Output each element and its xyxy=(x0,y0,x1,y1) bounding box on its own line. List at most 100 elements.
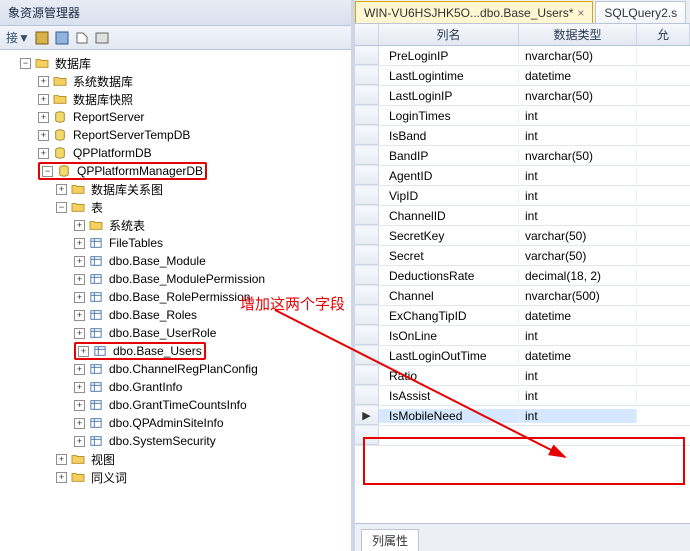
tree-node-systables[interactable]: + 系统表 xyxy=(4,216,351,234)
grid-body[interactable]: PreLoginIPnvarchar(50)LastLogintimedatet… xyxy=(355,46,690,523)
tree-node-table[interactable]: +dbo.GrantTimeCountsInfo xyxy=(4,396,351,414)
cell-column-name[interactable]: BandIP xyxy=(379,149,519,163)
grid-row[interactable]: LastLoginIPnvarchar(50) xyxy=(355,86,690,106)
expand-toggle[interactable]: + xyxy=(38,112,49,123)
row-header[interactable] xyxy=(355,126,379,145)
cell-data-type[interactable]: nvarchar(50) xyxy=(519,49,637,63)
cell-column-name[interactable]: PreLoginIP xyxy=(379,49,519,63)
toolbar-icon-2[interactable] xyxy=(54,30,70,46)
tree-node-system-db[interactable]: + 系统数据库 xyxy=(4,72,351,90)
expand-toggle[interactable]: − xyxy=(20,58,31,69)
tree-node-table[interactable]: +dbo.Base_ModulePermission xyxy=(4,270,351,288)
cell-column-name[interactable]: IsBand xyxy=(379,129,519,143)
toolbar-icon-1[interactable] xyxy=(34,30,50,46)
cell-data-type[interactable]: int xyxy=(519,169,637,183)
cell-column-name[interactable]: DeductionsRate xyxy=(379,269,519,283)
row-header[interactable] xyxy=(355,326,379,345)
tab-active[interactable]: WIN-VU6HSJHK5O...dbo.Base_Users* × xyxy=(355,1,593,23)
tab-other[interactable]: SQLQuery2.s xyxy=(595,1,686,23)
expand-toggle[interactable]: + xyxy=(74,364,85,375)
row-header[interactable] xyxy=(355,66,379,85)
tree-node-diagrams[interactable]: + 数据库关系图 xyxy=(4,180,351,198)
row-header[interactable] xyxy=(355,246,379,265)
expand-toggle[interactable]: + xyxy=(56,454,67,465)
grid-header-datatype[interactable]: 数据类型 xyxy=(519,24,637,45)
cell-data-type[interactable]: int xyxy=(519,109,637,123)
grid-row[interactable]: LastLoginOutTimedatetime xyxy=(355,346,690,366)
cell-data-type[interactable]: nvarchar(500) xyxy=(519,289,637,303)
cell-column-name[interactable]: LastLoginOutTime xyxy=(379,349,519,363)
expand-toggle[interactable]: + xyxy=(38,130,49,141)
toolbar-icon-3[interactable] xyxy=(74,30,90,46)
grid-row[interactable]: PreLoginIPnvarchar(50) xyxy=(355,46,690,66)
tree-node-db[interactable]: + ReportServer xyxy=(4,108,351,126)
tree-view[interactable]: − 数据库 + 系统数据库 + 数据库快照 + ReportServer xyxy=(0,50,351,551)
cell-column-name[interactable]: Secret xyxy=(379,249,519,263)
cell-data-type[interactable]: int xyxy=(519,329,637,343)
tree-node-selected-db[interactable]: − QPPlatformManagerDB xyxy=(4,162,351,180)
tree-node-table[interactable]: +dbo.ChannelRegPlanConfig xyxy=(4,360,351,378)
expand-toggle[interactable]: + xyxy=(74,220,85,231)
grid-row[interactable]: ExChangTipIDdatetime xyxy=(355,306,690,326)
expand-toggle[interactable]: + xyxy=(74,274,85,285)
row-header[interactable] xyxy=(355,186,379,205)
tree-node-snapshot[interactable]: + 数据库快照 xyxy=(4,90,351,108)
grid-row[interactable]: IsAssistint xyxy=(355,386,690,406)
row-header[interactable] xyxy=(355,46,379,65)
tree-node-views[interactable]: + 视图 xyxy=(4,450,351,468)
expand-toggle[interactable]: + xyxy=(38,94,49,105)
cell-data-type[interactable]: nvarchar(50) xyxy=(519,149,637,163)
cell-data-type[interactable]: varchar(50) xyxy=(519,229,637,243)
grid-row[interactable]: IsOnLineint xyxy=(355,326,690,346)
row-header[interactable] xyxy=(355,226,379,245)
tree-node-table[interactable]: +dbo.QPAdminSiteInfo xyxy=(4,414,351,432)
row-header[interactable] xyxy=(355,166,379,185)
tree-node-databases-root[interactable]: − 数据库 xyxy=(4,54,351,72)
connect-dropdown[interactable]: 接▼ xyxy=(6,29,30,46)
grid-header-colname[interactable]: 列名 xyxy=(379,24,519,45)
cell-data-type[interactable]: int xyxy=(519,129,637,143)
row-header[interactable] xyxy=(355,346,379,365)
expand-toggle[interactable]: + xyxy=(78,346,89,357)
cell-data-type[interactable]: datetime xyxy=(519,349,637,363)
expand-toggle[interactable]: + xyxy=(74,418,85,429)
cell-data-type[interactable]: decimal(18, 2) xyxy=(519,269,637,283)
cell-column-name[interactable]: ChannelID xyxy=(379,209,519,223)
grid-row[interactable]: LoginTimesint xyxy=(355,106,690,126)
grid-row[interactable]: Channelnvarchar(500) xyxy=(355,286,690,306)
cell-data-type[interactable]: int xyxy=(519,409,637,423)
tree-node-db[interactable]: + QPPlatformDB xyxy=(4,144,351,162)
grid-row[interactable]: DeductionsRatedecimal(18, 2) xyxy=(355,266,690,286)
toolbar-icon-4[interactable] xyxy=(94,30,110,46)
grid-row[interactable]: ▶IsMobileNeedint xyxy=(355,406,690,426)
grid-row[interactable]: AgentIDint xyxy=(355,166,690,186)
tree-node-synonyms[interactable]: + 同义词 xyxy=(4,468,351,486)
tree-node-table[interactable]: +dbo.Base_Users xyxy=(4,342,351,360)
row-header[interactable] xyxy=(355,366,379,385)
grid-row[interactable]: Secretvarchar(50) xyxy=(355,246,690,266)
column-properties-tab[interactable]: 列属性 xyxy=(361,529,419,551)
cell-data-type[interactable]: int xyxy=(519,369,637,383)
row-header[interactable] xyxy=(355,146,379,165)
expand-toggle[interactable]: + xyxy=(74,256,85,267)
cell-column-name[interactable]: Ratio xyxy=(379,369,519,383)
expand-toggle[interactable]: + xyxy=(74,238,85,249)
grid-row[interactable]: VipIDint xyxy=(355,186,690,206)
expand-toggle[interactable]: + xyxy=(74,382,85,393)
cell-column-name[interactable]: VipID xyxy=(379,189,519,203)
tree-node-table[interactable]: +dbo.Base_Roles xyxy=(4,306,351,324)
expand-toggle[interactable]: + xyxy=(74,400,85,411)
tree-node-table[interactable]: +FileTables xyxy=(4,234,351,252)
row-header[interactable] xyxy=(355,206,379,225)
tree-node-table[interactable]: +dbo.SystemSecurity xyxy=(4,432,351,450)
expand-toggle[interactable]: + xyxy=(38,148,49,159)
cell-column-name[interactable]: IsOnLine xyxy=(379,329,519,343)
row-header[interactable]: ▶ xyxy=(355,406,379,425)
cell-column-name[interactable]: Channel xyxy=(379,289,519,303)
tree-node-table[interactable]: +dbo.Base_RolePermission xyxy=(4,288,351,306)
row-header[interactable] xyxy=(355,386,379,405)
expand-toggle[interactable]: + xyxy=(74,436,85,447)
close-icon[interactable]: × xyxy=(577,6,584,20)
cell-data-type[interactable]: datetime xyxy=(519,309,637,323)
expand-toggle[interactable]: − xyxy=(42,166,53,177)
